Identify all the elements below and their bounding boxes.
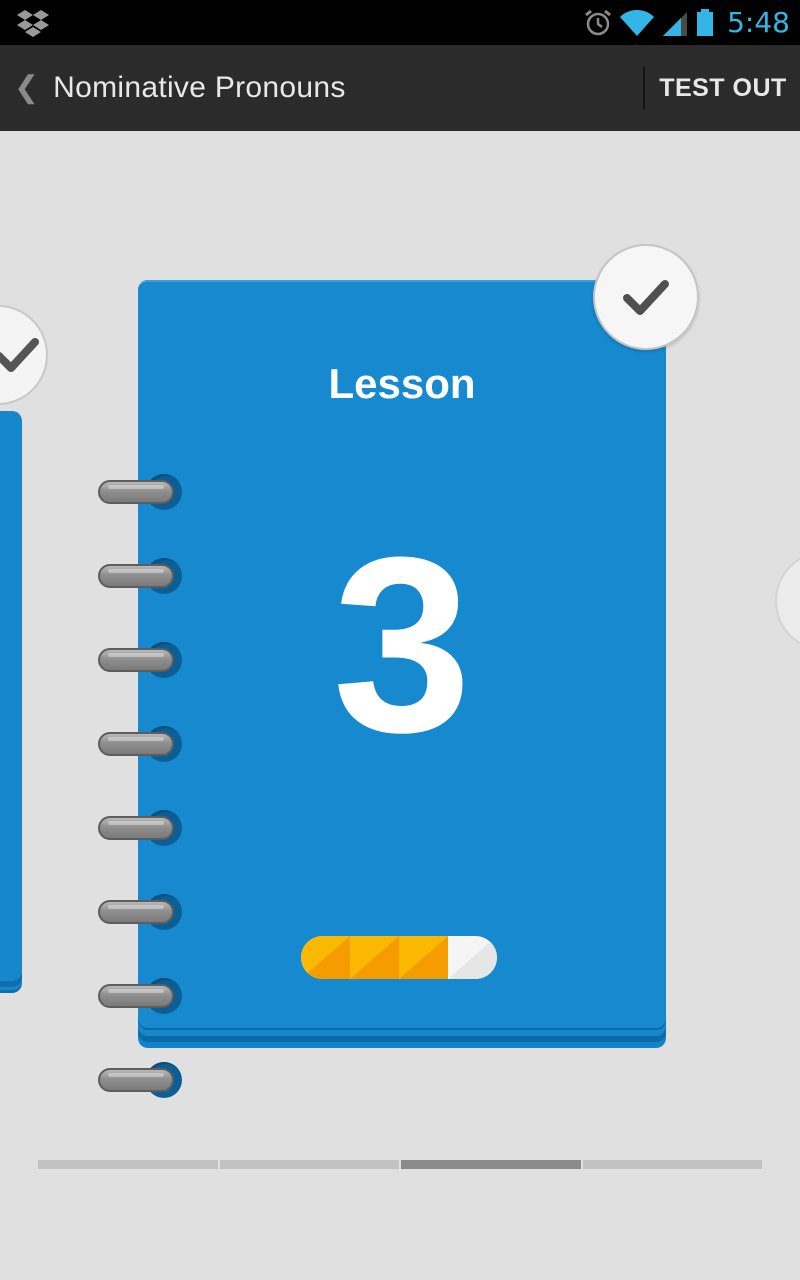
spiral-ring: [96, 1062, 186, 1100]
battery-icon: [697, 8, 714, 36]
ring-bar: [98, 1068, 174, 1092]
signal-icon: [663, 11, 688, 36]
screen-title: Nominative Pronouns: [53, 71, 346, 104]
progress-segment: [301, 936, 350, 979]
page-indicator-segment: [219, 1160, 399, 1169]
previous-lesson-check-badge: [0, 305, 48, 405]
progress-segment: [399, 936, 448, 979]
page-indicator-segment: [582, 1160, 762, 1169]
wifi-icon: [620, 9, 655, 36]
spiral-ring: [96, 894, 186, 932]
spiral-ring: [96, 474, 186, 512]
checkmark-icon: [0, 338, 39, 372]
ring-bar: [98, 900, 174, 924]
status-clock: 5:48: [727, 6, 790, 39]
spiral-ring: [96, 810, 186, 848]
progress-segment: [350, 936, 399, 979]
dropbox-icon: [17, 10, 49, 37]
ring-bar: [98, 564, 174, 588]
spiral-ring: [96, 978, 186, 1016]
lesson-progress-bar: [301, 936, 497, 979]
lesson-progress-fill: [301, 936, 448, 979]
test-out-button[interactable]: TEST OUT: [646, 45, 800, 131]
spiral-binding: [96, 474, 186, 1114]
action-bar: ❮ Nominative Pronouns TEST OUT: [0, 45, 800, 131]
ring-bar: [98, 984, 174, 1008]
back-button[interactable]: ❮ Nominative Pronouns: [0, 45, 358, 131]
ring-bar: [98, 732, 174, 756]
alarm-icon: [585, 9, 612, 35]
ring-bar: [98, 480, 174, 504]
next-lesson-card[interactable]: [775, 551, 800, 651]
ring-bar: [98, 816, 174, 840]
ring-bar: [98, 648, 174, 672]
spiral-ring: [96, 726, 186, 764]
chevron-left-icon: ❮: [14, 71, 40, 104]
lesson-label: Lesson: [328, 360, 476, 407]
spiral-ring: [96, 558, 186, 596]
lesson-card[interactable]: Lesson 3: [138, 280, 666, 1048]
lesson-card-cover: Lesson 3: [138, 280, 666, 1028]
lesson-carousel[interactable]: Lesson 3: [0, 131, 800, 1280]
previous-lesson-card[interactable]: [0, 411, 22, 981]
status-icons: 5:48: [583, 0, 790, 45]
page-indicator-segment: [401, 1160, 581, 1169]
lesson-number: 3: [332, 505, 472, 784]
page-indicator-segment: [38, 1160, 218, 1169]
status-bar: 5:48: [0, 0, 800, 45]
checkmark-icon: [623, 280, 669, 315]
spiral-ring: [96, 642, 186, 680]
lesson-complete-badge: [593, 244, 699, 350]
action-divider: [643, 67, 645, 109]
page-indicator: [38, 1160, 762, 1169]
